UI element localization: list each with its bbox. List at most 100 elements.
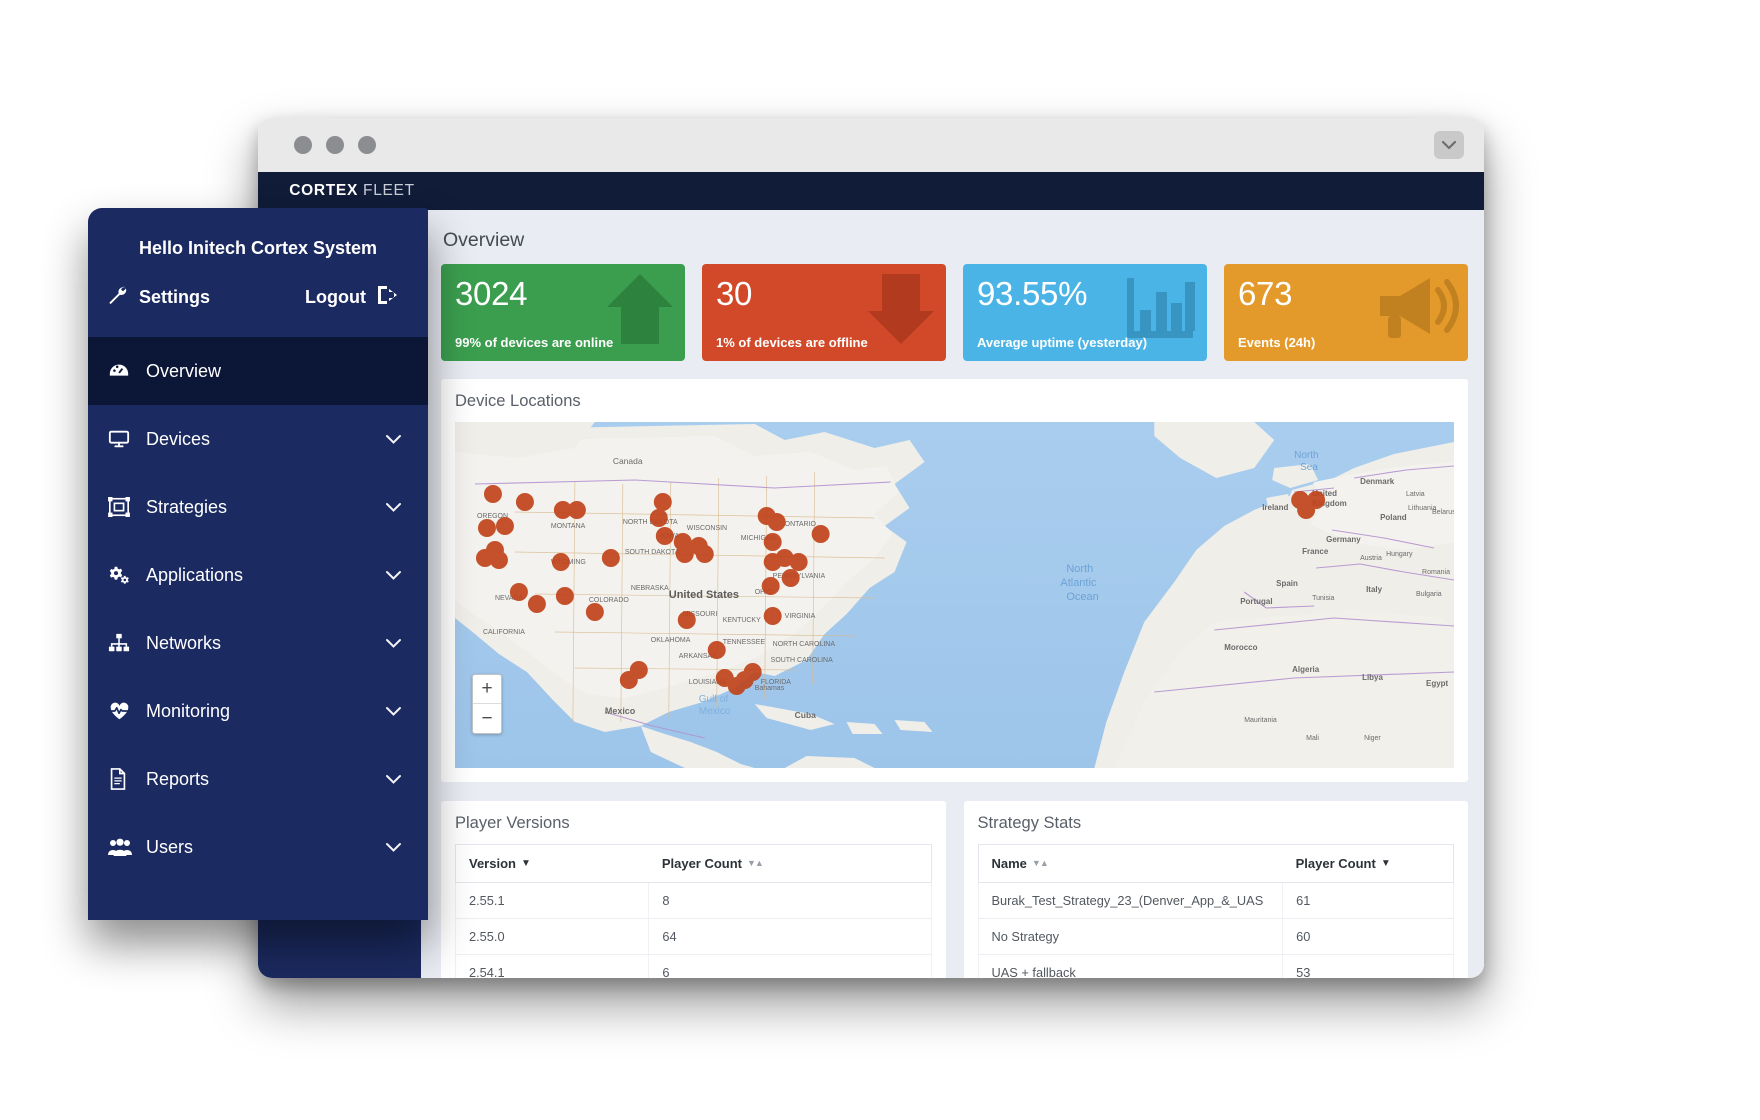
sort-desc-icon[interactable]: ▼ (521, 858, 531, 869)
svg-text:Algeria: Algeria (1292, 665, 1320, 674)
svg-text:Mauritania: Mauritania (1244, 717, 1277, 724)
svg-text:Niger: Niger (1364, 735, 1381, 742)
device-locations-map[interactable]: North Atlantic Ocean North Sea Gulf of M… (455, 422, 1454, 768)
chevron-down-icon[interactable] (385, 701, 402, 722)
chevron-down-icon[interactable] (385, 497, 402, 518)
table-row[interactable]: 2.54.1 6 (454, 954, 932, 978)
stat-caption: 99% of devices are online (455, 335, 614, 350)
svg-text:WISCONSIN: WISCONSIN (687, 525, 727, 532)
cell-player-count: 53 (1282, 954, 1454, 978)
table-row[interactable]: No Strategy 60 (977, 918, 1454, 955)
cogs-icon (108, 564, 140, 586)
table-row[interactable]: Burak_Test_Strategy_23_(Denver_App_&_UAS… (977, 882, 1454, 919)
map-canvas[interactable]: North Atlantic Ocean North Sea Gulf of M… (455, 422, 1454, 768)
sidebar-item-label: Strategies (146, 496, 228, 517)
player-versions-table: Version ▼ Player Count ▼▲ 2.55.1 8 2.55.… (454, 844, 932, 978)
minimize-window-button[interactable] (326, 136, 344, 154)
close-window-button[interactable] (294, 136, 312, 154)
svg-text:Romania: Romania (1422, 569, 1450, 576)
sidebar-item-reports[interactable]: Reports (88, 745, 428, 813)
stat-caption: Average uptime (yesterday) (977, 335, 1148, 350)
bottom-tables-row: Player Versions Version ▼ Player Count ▼▲ (441, 801, 1468, 978)
sidebar-actions: Settings Logout (88, 259, 428, 337)
svg-text:Germany: Germany (1326, 535, 1361, 544)
window-traffic-lights[interactable] (294, 136, 376, 154)
stat-card-online-devices[interactable]: 3024 99% of devices are online (441, 264, 685, 361)
window-titlebar (258, 118, 1484, 172)
dashboard-icon (108, 360, 140, 382)
svg-text:SOUTH DAKOTA: SOUTH DAKOTA (625, 549, 680, 556)
column-header-player-count[interactable]: Player Count ▼▲ (648, 844, 932, 883)
table-row[interactable]: UAS + fallback 53 (977, 954, 1454, 978)
svg-text:Poland: Poland (1380, 513, 1407, 522)
map-zoom-out-button[interactable]: − (473, 704, 501, 733)
strategy-stats-table: Name ▼▲ Player Count ▼ Burak_Test_Strategy… (977, 844, 1455, 978)
svg-text:TENNESSEE: TENNESSEE (723, 639, 766, 646)
sidebar-item-overview[interactable]: Overview (88, 337, 428, 405)
svg-text:Bulgaria: Bulgaria (1416, 591, 1442, 598)
svg-text:Mali: Mali (1306, 735, 1319, 742)
app-navbar: CORTEX FLEET (258, 172, 1484, 210)
brand-block[interactable]: CORTEX FLEET (258, 172, 446, 210)
sidebar-item-networks[interactable]: Networks (88, 609, 428, 677)
sidebar-item-monitoring[interactable]: Monitoring (88, 677, 428, 745)
cell-version: 2.54.1 (454, 954, 650, 978)
table-header-row: Name ▼▲ Player Count ▼ (977, 844, 1454, 883)
svg-text:Morocco: Morocco (1224, 643, 1257, 652)
device-locations-panel: Device Locations North Atlantic Ocean No… (441, 379, 1468, 782)
bar-chart-icon (1123, 270, 1199, 347)
stat-card-offline-devices[interactable]: 30 1% of devices are offline (702, 264, 946, 361)
column-header-player-count[interactable]: Player Count ▼ (1282, 844, 1454, 883)
map-zoom-in-button[interactable]: + (473, 675, 501, 704)
sitemap-icon (108, 632, 140, 654)
table-row[interactable]: 2.55.0 64 (454, 918, 932, 955)
sidebar-item-devices[interactable]: Devices (88, 405, 428, 473)
file-icon (108, 768, 140, 790)
column-label: Player Count (661, 856, 743, 871)
logout-label: Logout (305, 286, 366, 307)
main-content: Overview 3024 99% of devices are online … (421, 210, 1484, 978)
sidebar-item-label: Applications (146, 564, 244, 585)
svg-text:North: North (1066, 563, 1093, 575)
sort-toggle-icon[interactable]: ▼▲ (747, 858, 764, 868)
app-body: Overview 3024 99% of devices are online … (258, 210, 1484, 978)
chevron-down-icon[interactable] (385, 565, 402, 586)
settings-button[interactable]: Settings (106, 283, 210, 311)
maximize-window-button[interactable] (358, 136, 376, 154)
cell-name: UAS + fallback (977, 954, 1284, 978)
svg-text:Atlantic: Atlantic (1060, 577, 1097, 589)
map-zoom-controls[interactable]: + − (472, 674, 502, 734)
brand-name-bold: CORTEX (289, 182, 359, 199)
stat-caption: 1% of devices are offline (716, 335, 868, 350)
stat-card-average-uptime[interactable]: 93.55% Average uptime (yesterday) (963, 264, 1207, 361)
heartbeat-icon (108, 700, 140, 722)
svg-text:Libya: Libya (1362, 673, 1383, 682)
chevron-down-icon[interactable] (385, 633, 402, 654)
svg-text:Sea: Sea (1300, 462, 1318, 473)
chevron-down-icon[interactable] (1434, 131, 1464, 159)
svg-text:Canada: Canada (613, 456, 643, 466)
browser-window: CORTEX FLEET Overview 3024 99% of device… (258, 118, 1484, 978)
sidebar-item-label: Networks (146, 632, 222, 653)
table-row[interactable]: 2.55.1 8 (454, 882, 932, 919)
chevron-down-icon[interactable] (385, 769, 402, 790)
chevron-down-icon[interactable] (385, 429, 402, 450)
chevron-down-icon[interactable] (385, 837, 402, 858)
logout-button[interactable]: Logout (305, 284, 400, 311)
stat-card-events[interactable]: 673 Events (24h) (1224, 264, 1468, 361)
player-versions-panel: Player Versions Version ▼ Player Count ▼▲ (441, 801, 946, 978)
cell-player-count: 8 (648, 882, 932, 919)
column-header-name[interactable]: Name ▼▲ (977, 844, 1283, 883)
cell-player-count: 64 (648, 918, 932, 955)
sidebar-item-users[interactable]: Users (88, 813, 428, 881)
sidebar-item-applications[interactable]: Applications (88, 541, 428, 609)
sort-toggle-icon[interactable]: ▼▲ (1032, 858, 1049, 868)
users-icon (108, 837, 140, 857)
svg-text:COLORADO: COLORADO (589, 597, 630, 604)
sort-desc-icon[interactable]: ▼ (1381, 858, 1391, 869)
stat-card-row: 3024 99% of devices are online 30 1% of … (441, 264, 1468, 361)
svg-text:CALIFORNIA: CALIFORNIA (483, 629, 525, 636)
sidebar-item-strategies[interactable]: Strategies (88, 473, 428, 541)
svg-text:NORTH CAROLINA: NORTH CAROLINA (773, 641, 836, 648)
column-header-version[interactable]: Version ▼ (454, 844, 649, 883)
